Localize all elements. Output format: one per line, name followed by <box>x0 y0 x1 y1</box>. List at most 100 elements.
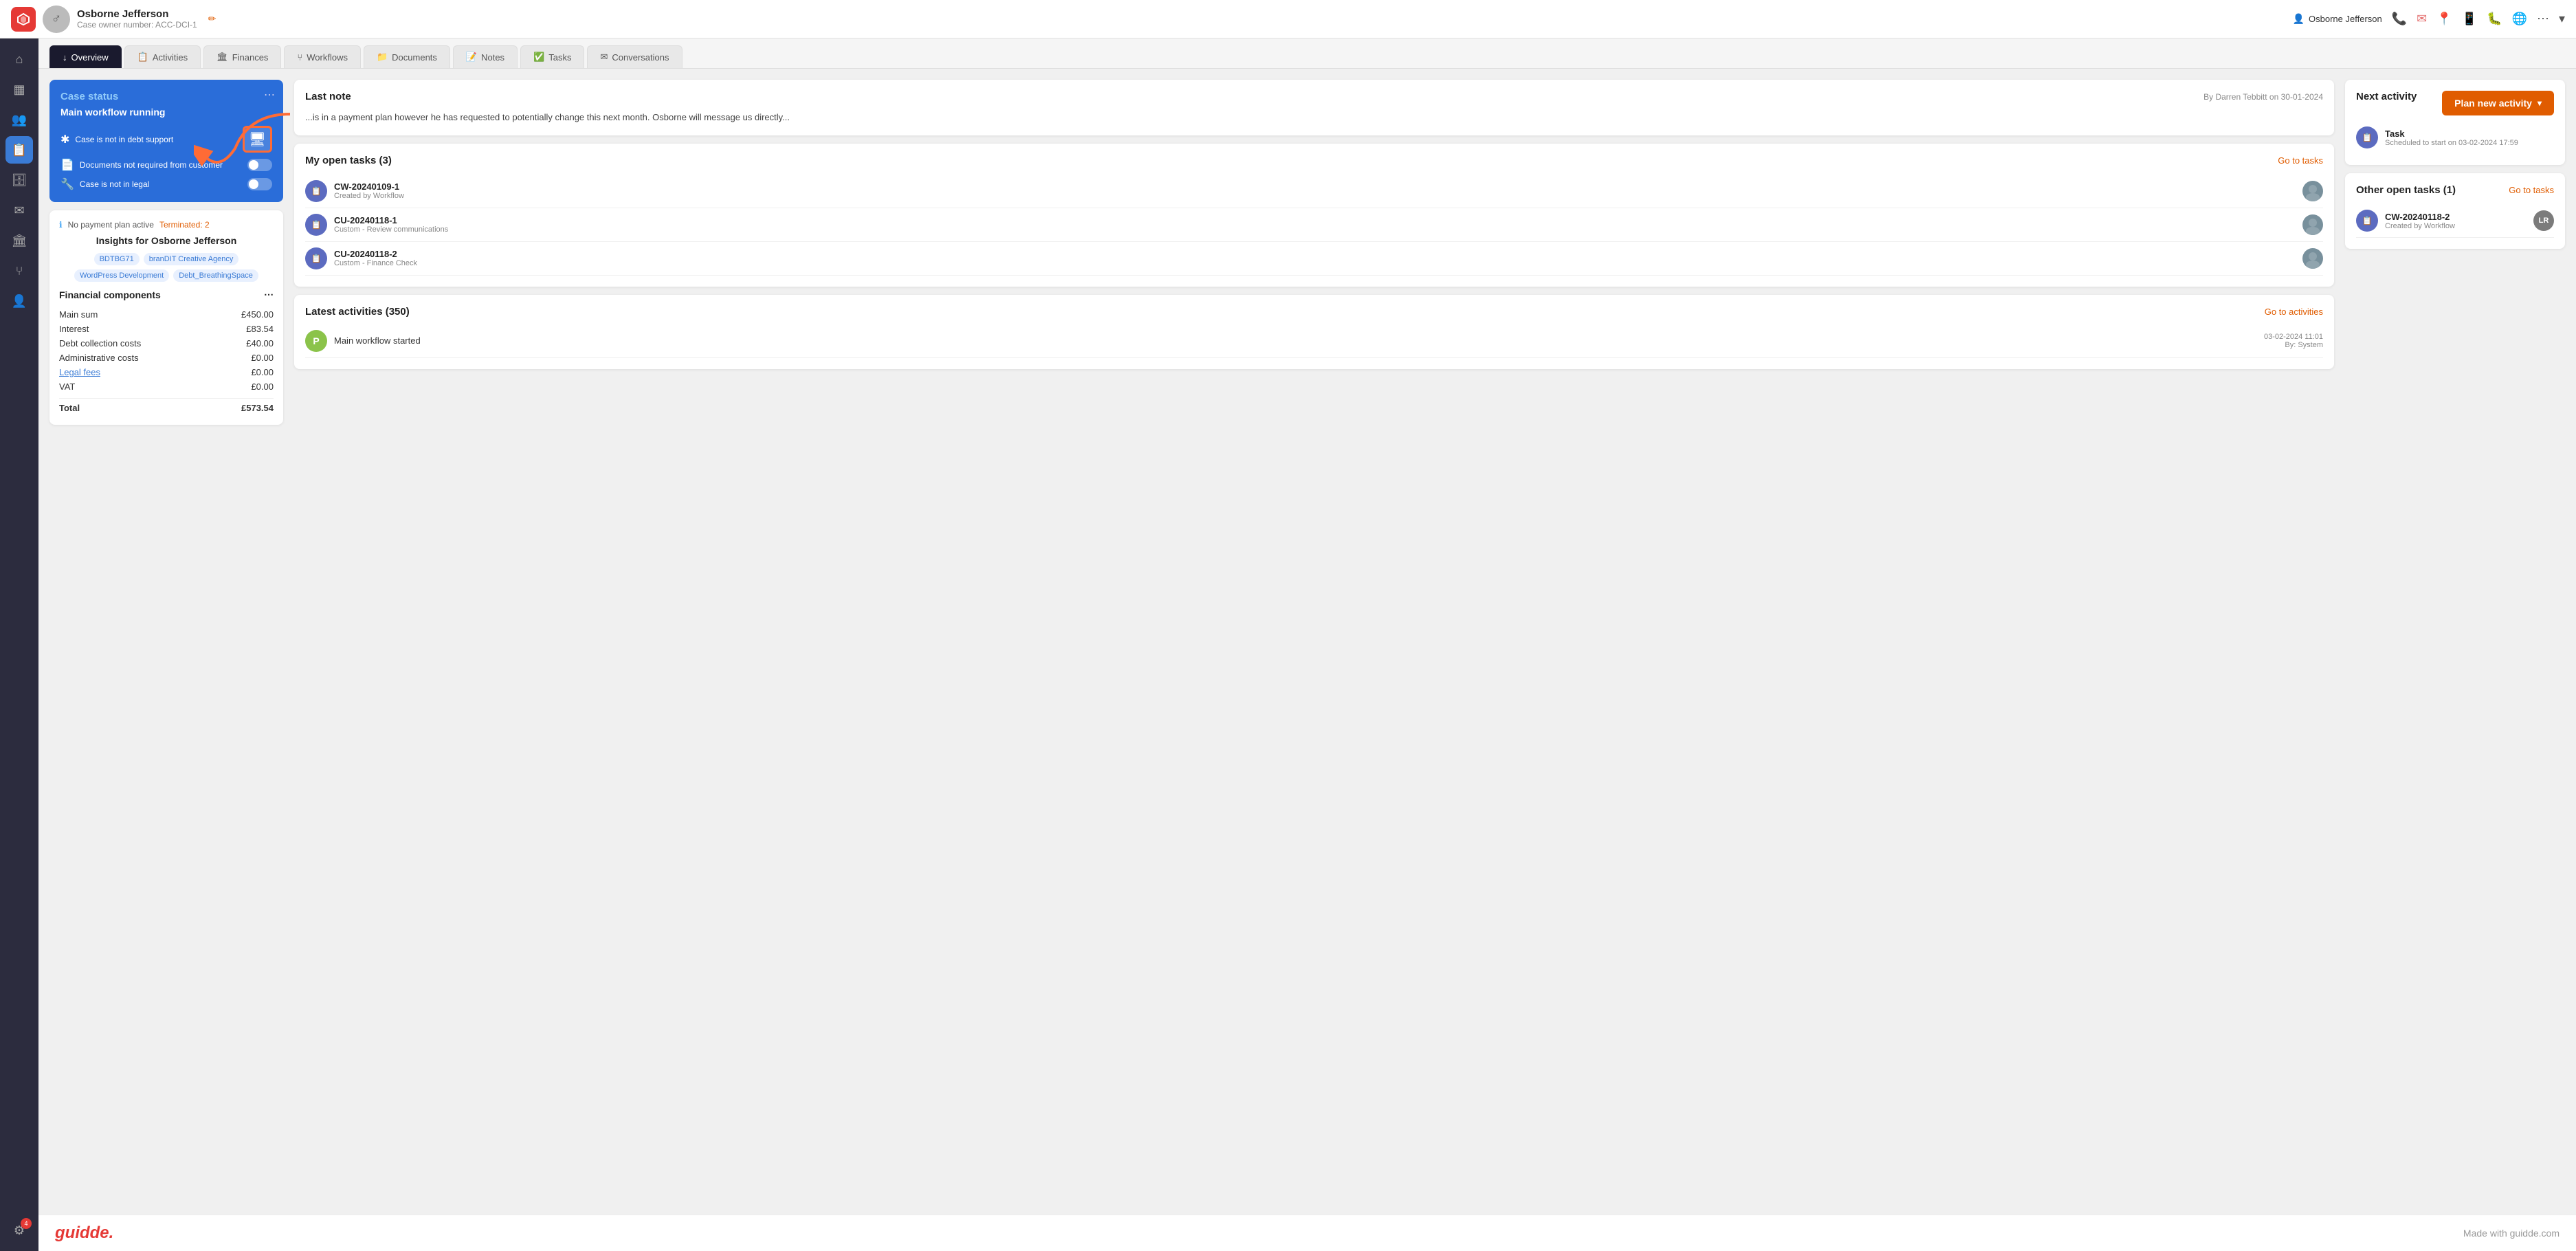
task-avatar-2 <box>2302 214 2323 235</box>
task-name-1[interactable]: CW-20240109-1 <box>334 181 404 192</box>
sidebar-item-users[interactable]: 👥 <box>5 106 33 133</box>
globe-icon[interactable]: 🌐 <box>2512 12 2527 26</box>
plan-btn-label: Plan new activity <box>2454 98 2532 109</box>
activity-row-1: P Main workflow started 03-02-2024 11:01… <box>305 324 2323 358</box>
status-row-1: ✱ Case is not in debt support 🖥 <box>60 126 272 153</box>
tab-notes-icon: 📝 <box>466 52 477 63</box>
tab-overview[interactable]: ↓ Overview <box>49 45 122 68</box>
financial-menu-icon[interactable]: ⋯ <box>264 289 274 300</box>
next-activity-card: Next activity Plan new activity ▾ 📋 Task… <box>2345 80 2565 165</box>
next-activity-task-icon: 📋 <box>2356 126 2378 148</box>
tab-conversations-icon: ✉ <box>600 52 608 63</box>
tab-tasks[interactable]: ✅ Tasks <box>520 45 584 68</box>
sidebar-item-cases[interactable]: 📋 <box>5 136 33 164</box>
task-avatar-1 <box>2302 181 2323 201</box>
plan-new-activity-button[interactable]: Plan new activity ▾ <box>2442 91 2554 115</box>
top-header: ♂ Osborne Jefferson Case owner number: A… <box>0 0 2576 38</box>
other-tasks-title: Other open tasks (1) <box>2356 184 2456 196</box>
my-tasks-header: My open tasks (3) Go to tasks <box>305 155 2323 166</box>
sidebar-item-bank[interactable]: 🏛 <box>5 227 33 254</box>
app-logo[interactable] <box>11 7 36 32</box>
tablet-icon[interactable]: 📱 <box>2462 12 2477 26</box>
tab-documents[interactable]: 📁 Documents <box>364 45 450 68</box>
edit-icon[interactable]: ✏ <box>208 13 216 25</box>
tag-4[interactable]: Debt_BreathingSpace <box>173 269 258 282</box>
task-info-3: CU-20240118-2 Custom - Finance Check <box>334 249 417 267</box>
tab-activities[interactable]: 📋 Activities <box>124 45 201 68</box>
fin-label-main-sum: Main sum <box>59 309 98 320</box>
next-activity-task-info: Task Scheduled to start on 03-02-2024 17… <box>2385 129 2518 147</box>
tab-conversations[interactable]: ✉ Conversations <box>587 45 682 68</box>
documents-toggle[interactable] <box>247 159 272 171</box>
sidebar-item-workflow[interactable]: ⑂ <box>5 257 33 285</box>
other-task-row-1: 📋 CW-20240118-2 Created by Workflow LR <box>2356 204 2554 238</box>
status-label-2: 📄 Documents not required from customer <box>60 158 223 172</box>
sidebar-item-mail[interactable]: ✉ <box>5 197 33 224</box>
more-icon[interactable]: ⋯ <box>2537 12 2549 26</box>
guidde-tagline: Made with guidde.com <box>2463 1228 2560 1239</box>
sidebar-item-dashboard[interactable]: ▦ <box>5 76 33 103</box>
go-to-activities-link[interactable]: Go to activities <box>2265 307 2323 317</box>
task-name-3[interactable]: CU-20240118-2 <box>334 249 417 259</box>
phone-icon[interactable]: 📞 <box>2392 12 2407 26</box>
bug-icon[interactable]: 🐛 <box>2487 12 2502 26</box>
left-column: ⋯ Case status Main workflow running ✱ Ca… <box>49 80 283 1204</box>
right-column: Next activity Plan new activity ▾ 📋 Task… <box>2345 80 2565 1204</box>
task-info-1: CW-20240109-1 Created by Workflow <box>334 181 404 200</box>
sidebar-item-home[interactable]: ⌂ <box>5 45 33 73</box>
last-note-title: Last note <box>305 91 351 102</box>
case-status-menu[interactable]: ⋯ <box>264 88 275 102</box>
case-number: Case owner number: ACC-DCI-1 <box>77 20 197 30</box>
main-layout: ⌂ ▦ 👥 📋 🗄 ✉ 🏛 ⑂ 👤 ⚙ 4 ↓ Overview 📋 Activ… <box>0 38 2576 1251</box>
go-to-tasks-link[interactable]: Go to tasks <box>2278 155 2323 166</box>
pin-icon[interactable]: 📍 <box>2436 12 2452 26</box>
tag-3[interactable]: WordPress Development <box>74 269 169 282</box>
other-task-name-1[interactable]: CW-20240118-2 <box>2385 212 2455 222</box>
legal-toggle[interactable] <box>247 178 272 190</box>
email-icon[interactable]: ✉ <box>2417 12 2427 26</box>
user-chip-name: Osborne Jefferson <box>2309 14 2382 24</box>
fin-value-debt-collection: £40.00 <box>246 338 274 348</box>
status-row-3: 🔧 Case is not in legal <box>60 177 272 191</box>
my-open-tasks-card: My open tasks (3) Go to tasks 📋 CW-20240… <box>294 144 2334 287</box>
fin-row-interest: Interest £83.54 <box>59 322 274 336</box>
chevron-down-icon[interactable]: ▾ <box>2559 12 2565 26</box>
tab-tasks-icon: ✅ <box>533 52 544 63</box>
tab-notes-label: Notes <box>481 52 504 63</box>
fin-value-main-sum: £450.00 <box>241 309 274 320</box>
tag-1[interactable]: BDTBG71 <box>94 253 140 265</box>
activity-icon-1: P <box>305 330 327 352</box>
task-name-2[interactable]: CU-20240118-1 <box>334 215 448 225</box>
other-task-icon-1: 📋 <box>2356 210 2378 232</box>
activity-name-1: Main workflow started <box>334 335 421 346</box>
avatar: ♂ <box>43 5 70 33</box>
status-label-3: 🔧 Case is not in legal <box>60 177 149 191</box>
activities-title: Latest activities (350) <box>305 306 410 318</box>
sidebar-item-team[interactable]: 👤 <box>5 287 33 315</box>
fin-label-legal[interactable]: Legal fees <box>59 367 100 377</box>
tab-overview-label: Overview <box>71 52 109 63</box>
monitor-highlight-box[interactable]: 🖥 <box>243 126 272 153</box>
tab-workflows[interactable]: ⑂ Workflows <box>284 45 361 68</box>
next-activity-task: 📋 Task Scheduled to start on 03-02-2024 … <box>2356 121 2554 154</box>
other-tasks-card: Other open tasks (1) Go to tasks 📋 CW-20… <box>2345 173 2565 249</box>
tag-2[interactable]: branDIT Creative Agency <box>144 253 239 265</box>
task-sub-1: Created by Workflow <box>334 192 404 200</box>
sidebar-item-settings[interactable]: ⚙ 4 <box>5 1217 33 1244</box>
workflow-running: Main workflow running <box>60 107 272 118</box>
fin-row-total: Total £573.54 <box>59 398 274 415</box>
sidebar-item-database[interactable]: 🗄 <box>5 166 33 194</box>
tab-overview-icon: ↓ <box>63 52 67 63</box>
activity-by-1: By: System <box>2264 341 2323 349</box>
fin-row-debt-collection: Debt collection costs £40.00 <box>59 336 274 351</box>
task-row-2: 📋 CU-20240118-1 Custom - Review communic… <box>305 208 2323 242</box>
fin-row-admin: Administrative costs £0.00 <box>59 351 274 365</box>
other-tasks-go-link[interactable]: Go to tasks <box>2509 185 2554 195</box>
other-tasks-header: Other open tasks (1) Go to tasks <box>2356 184 2554 196</box>
tab-notes[interactable]: 📝 Notes <box>453 45 518 68</box>
terminated-link[interactable]: Terminated: 2 <box>159 220 210 230</box>
last-note-card: Last note By Darren Tebbitt on 30-01-202… <box>294 80 2334 135</box>
contact-name: Osborne Jefferson <box>77 8 197 20</box>
task-info-2: CU-20240118-1 Custom - Review communicat… <box>334 215 448 234</box>
tab-finances[interactable]: 🏛 Finances <box>203 45 281 68</box>
